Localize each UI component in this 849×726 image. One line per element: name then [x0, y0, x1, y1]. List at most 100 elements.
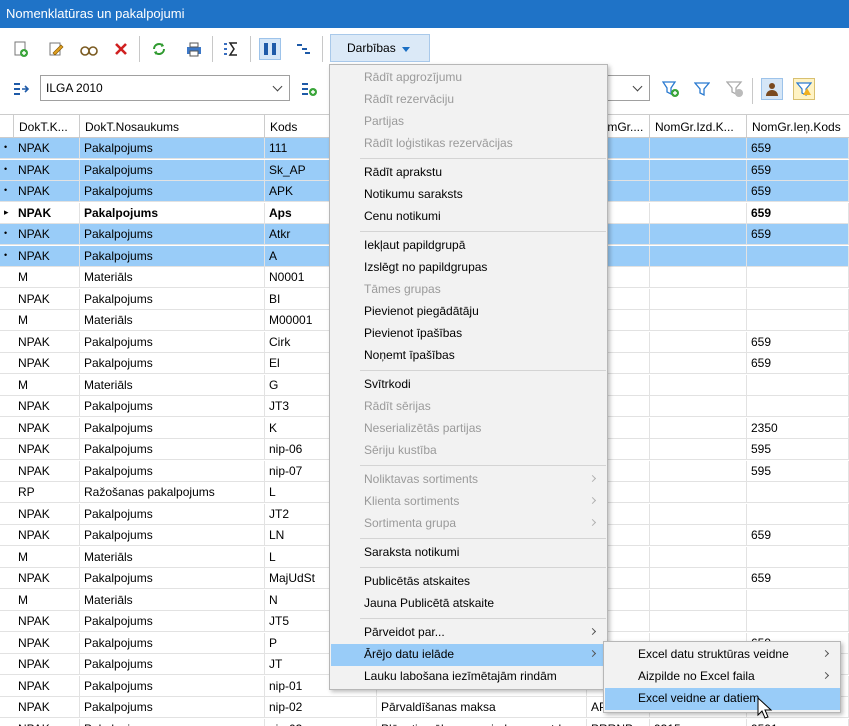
toolbar-separator: [752, 78, 753, 104]
submenu-item-label: Aizpilde no Excel faila: [638, 669, 755, 683]
add-funnel-icon[interactable]: [660, 78, 682, 100]
table-cell: [747, 310, 849, 331]
row-indicator-header: [0, 115, 14, 138]
chevron-down-icon: [272, 81, 283, 92]
table-cell: 659: [747, 568, 849, 589]
menu-item[interactable]: Ārējo datu ielāde: [331, 644, 607, 666]
table-cell: [747, 396, 849, 417]
table-cell: Pakalpojums: [80, 159, 265, 181]
menu-item-label: Publicētās atskaites: [364, 574, 471, 588]
import-icon[interactable]: [10, 78, 32, 100]
window-title: Nomenklatūras un pakalpojumi: [0, 0, 849, 28]
table-cell: 659: [747, 331, 849, 353]
table-cell: Materiāls: [80, 589, 265, 611]
table-cell: [650, 331, 747, 353]
submenu-item[interactable]: Excel datu struktūras veidne: [605, 644, 840, 666]
menu-item[interactable]: Izslēgt no papildgrupas: [331, 257, 607, 279]
funnel-icon[interactable]: [691, 78, 713, 100]
actions-menu-button[interactable]: Darbības: [330, 34, 430, 62]
column-header[interactable]: DokT.K...: [14, 115, 80, 138]
table-row[interactable]: NPAKPakalpojumsnip-03Plānotie nākamo per…: [0, 718, 849, 726]
menu-item-label: Svītrkodi: [364, 377, 411, 391]
menu-item[interactable]: Publicētās atskaites: [331, 571, 607, 593]
menu-item[interactable]: Saraksta notikumi: [331, 542, 607, 564]
print-icon[interactable]: [183, 38, 205, 60]
row-indicator: [0, 676, 14, 697]
column-header[interactable]: NomGr.Ieņ.Kods: [747, 115, 849, 138]
column-header[interactable]: NomGr.Izd.K...: [650, 115, 747, 138]
menu-item: Rādīt rezervāciju: [331, 89, 607, 111]
menu-item-label: Klienta sortiments: [364, 494, 460, 508]
menu-item: Klienta sortiments: [331, 491, 607, 513]
clear-funnel-icon[interactable]: [724, 78, 746, 100]
menu-item[interactable]: Svītrkodi: [331, 374, 607, 396]
table-cell: Pakalpojums: [80, 697, 265, 718]
edit-icon[interactable]: [45, 38, 67, 60]
table-cell: NPAK: [14, 202, 80, 224]
table-cell: [747, 245, 849, 267]
table-cell: Materiāls: [80, 310, 265, 331]
period-select[interactable]: ILGA 2010: [40, 75, 290, 101]
view-icon[interactable]: [78, 38, 100, 60]
menu-item-label: Pievienot īpašības: [364, 326, 463, 340]
chevron-right-icon: [588, 496, 597, 505]
menu-item-label: Partijas: [364, 114, 405, 128]
refresh-icon[interactable]: [148, 38, 170, 60]
person-filter-icon[interactable]: [761, 78, 783, 100]
menu-item: Sēriju kustība: [331, 440, 607, 462]
menu-item[interactable]: Pievienot īpašības: [331, 323, 607, 345]
table-cell: M: [14, 589, 80, 611]
table-cell: Pakalpojums: [80, 611, 265, 632]
menu-item[interactable]: Cenu notikumi: [331, 206, 607, 228]
table-cell: Materiāls: [80, 546, 265, 568]
table-cell: Pakalpojums: [80, 288, 265, 310]
table-cell: NPAK: [14, 224, 80, 245]
table-cell: [650, 245, 747, 267]
table-cell: PRRNP: [587, 718, 650, 726]
toolbar-separator: [139, 36, 140, 62]
tree-icon[interactable]: [292, 38, 314, 60]
menu-item[interactable]: Jauna Publicētā atskaite: [331, 593, 607, 615]
table-cell: RP: [14, 482, 80, 503]
table-cell: Materiāls: [80, 374, 265, 396]
menu-item: Neserializētās partijas: [331, 418, 607, 440]
menu-item-label: Sēriju kustība: [364, 443, 437, 457]
menu-item[interactable]: Pārveidot par...: [331, 622, 607, 644]
columns-icon[interactable]: [259, 38, 281, 60]
menu-separator: [360, 538, 606, 539]
delete-icon[interactable]: [110, 38, 132, 60]
table-cell: [650, 202, 747, 224]
warning-filter-icon[interactable]: [793, 78, 815, 100]
menu-item[interactable]: Notikumu saraksts: [331, 184, 607, 206]
toolbar-separator: [212, 36, 213, 62]
table-cell: [650, 181, 747, 202]
table-cell: M: [14, 310, 80, 331]
menu-item[interactable]: Rādīt aprakstu: [331, 162, 607, 184]
menu-item[interactable]: Noņemt īpašības: [331, 345, 607, 367]
row-indicator: •: [4, 249, 8, 260]
table-cell: nip-02: [265, 697, 377, 718]
table-cell: [650, 525, 747, 546]
column-header[interactable]: DokT.Nosaukums: [80, 115, 265, 138]
submenu-item[interactable]: Aizpilde no Excel faila: [605, 666, 840, 688]
menu-item: Rādīt apgrozījumu: [331, 67, 607, 89]
submenu-item-label: Excel veidne ar datiem: [638, 691, 760, 705]
add-filter-icon[interactable]: [298, 78, 320, 100]
table-cell: Pakalpojums: [80, 202, 265, 224]
row-indicator: [0, 439, 14, 460]
row-indicator: [0, 482, 14, 503]
menu-item[interactable]: Iekļaut papildgrupā: [331, 235, 607, 257]
submenu-item[interactable]: Excel veidne ar datiem: [605, 688, 840, 710]
table-cell: NPAK: [14, 654, 80, 675]
table-cell: [650, 310, 747, 331]
table-cell: [650, 568, 747, 589]
row-indicator: [0, 332, 14, 353]
menu-item[interactable]: Pievienot piegādātāju: [331, 301, 607, 323]
sum-icon[interactable]: [220, 38, 242, 60]
table-cell: Pakalpojums: [80, 353, 265, 374]
add-icon[interactable]: [10, 38, 32, 60]
row-indicator: [0, 289, 14, 310]
menu-item-label: Jauna Publicētā atskaite: [364, 596, 495, 610]
menu-item[interactable]: Lauku labošana iezīmētajām rindām: [331, 666, 607, 688]
table-cell: 2350: [747, 417, 849, 439]
